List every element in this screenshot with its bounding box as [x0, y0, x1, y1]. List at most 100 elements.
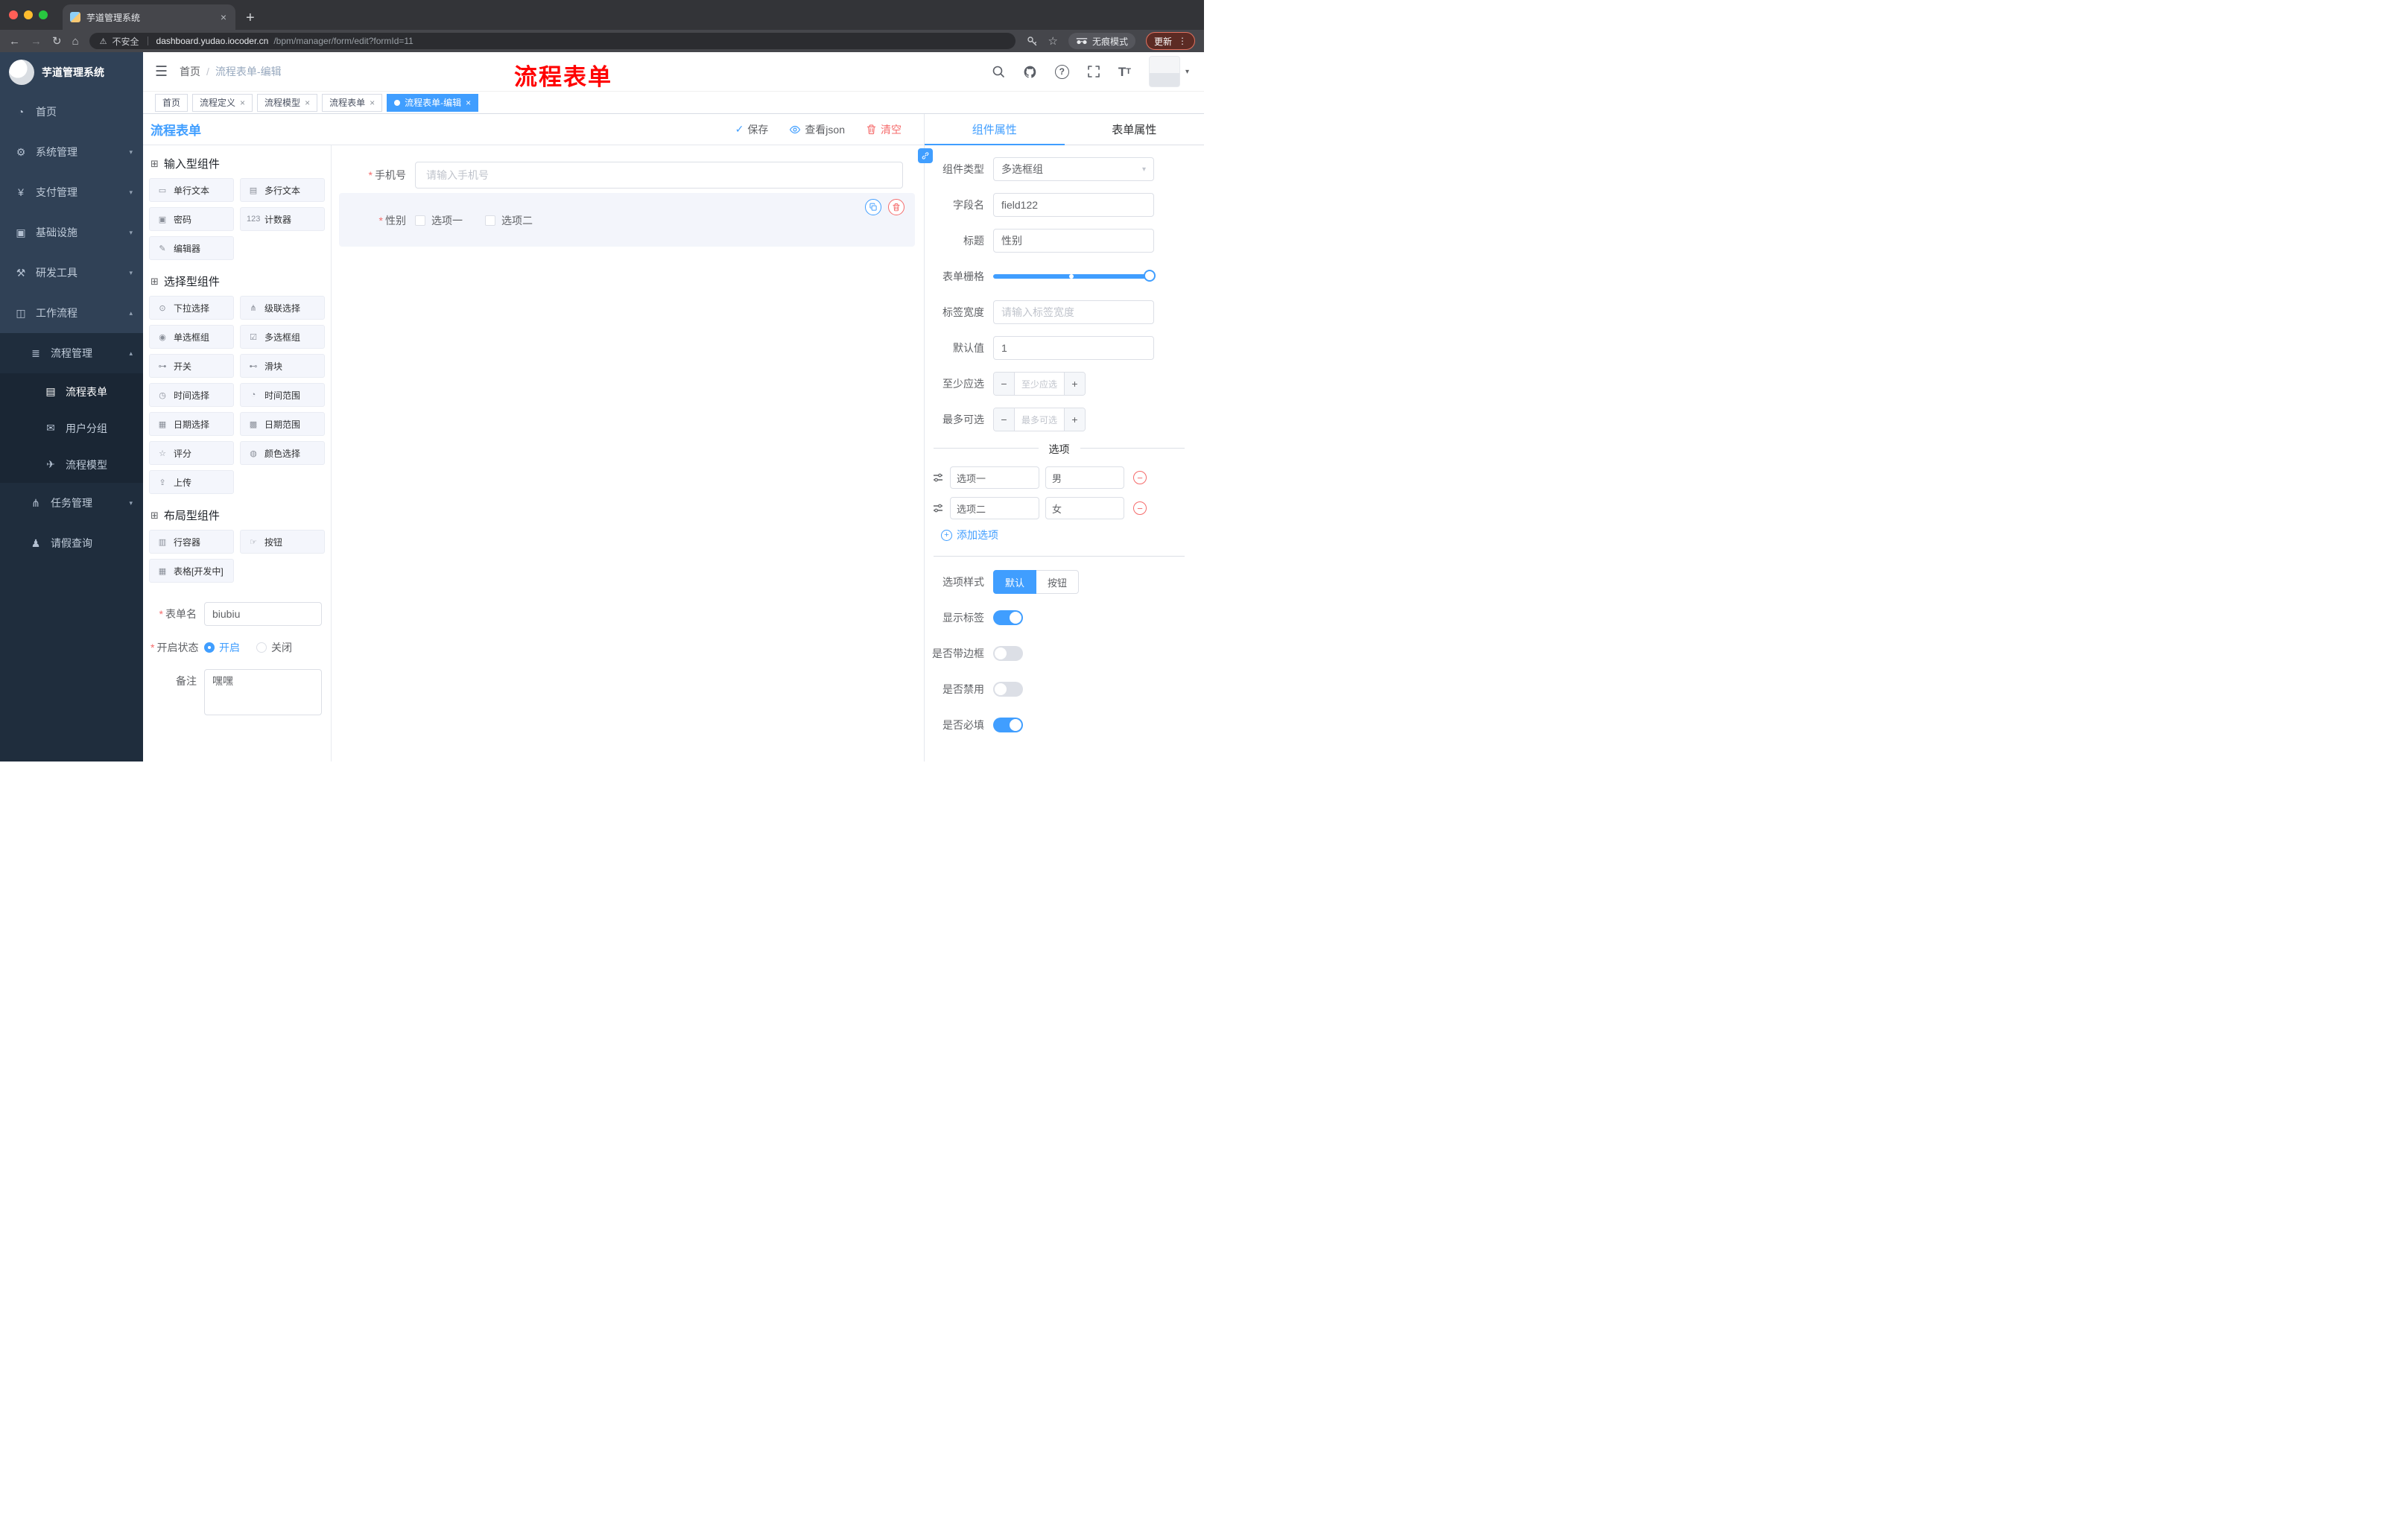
style-default-button[interactable]: 默认 [993, 570, 1037, 594]
stepper-placeholder[interactable]: 最多可选 [1015, 408, 1064, 431]
reload-icon[interactable]: ↻ [52, 36, 62, 47]
drag-handle-icon[interactable] [932, 502, 944, 514]
border-toggle[interactable] [993, 646, 1023, 661]
palette-item[interactable]: ☞ 按钮 [240, 530, 325, 554]
phone-input[interactable]: 请输入手机号 [415, 162, 903, 189]
palette-item[interactable]: ▩ 日期范围 [240, 412, 325, 436]
palette-item[interactable]: ◔ 时间范围 [240, 383, 325, 407]
required-toggle[interactable] [993, 718, 1023, 732]
sidebar-item-system[interactable]: ⚙ 系统管理 ▾ [0, 132, 143, 172]
add-option-button[interactable]: + 添加选项 [941, 528, 1204, 542]
sidebar-item-infra[interactable]: ▣ 基础设施 ▾ [0, 212, 143, 253]
fullscreen-icon[interactable] [1087, 65, 1100, 78]
grid-slider[interactable] [993, 265, 1156, 288]
address-bar[interactable]: ⚠ 不安全 dashboard.yudao.iocoder.cn /bpm/ma… [89, 33, 1016, 49]
slider-handle[interactable] [1144, 270, 1156, 282]
remove-option-button[interactable]: − [1133, 471, 1147, 484]
component-type-select[interactable]: 多选框组 ▾ [993, 157, 1154, 181]
tab-close-icon[interactable]: × [219, 11, 228, 23]
option-value-input[interactable] [1045, 497, 1124, 519]
sidebar-logo[interactable]: 芋道管理系统 [0, 52, 143, 92]
sidebar-item-workflow[interactable]: ◫ 工作流程 ▴ [0, 293, 143, 333]
palette-item[interactable]: ▣ 密码 [149, 207, 234, 231]
decrease-button[interactable]: − [994, 373, 1015, 395]
user-menu[interactable]: ▾ [1148, 56, 1189, 87]
view-json-button[interactable]: 查看json [789, 122, 845, 137]
palette-item[interactable]: ⋔ 级联选择 [240, 296, 325, 320]
sidebar-item-user-group[interactable]: ✉ 用户分组 [0, 410, 143, 446]
increase-button[interactable]: + [1064, 408, 1085, 431]
close-icon[interactable]: × [305, 98, 310, 108]
form-remark-textarea[interactable]: 嘿嘿 [204, 669, 322, 715]
back-icon[interactable]: ← [9, 36, 20, 47]
tag-home[interactable]: 首页 [155, 93, 188, 112]
font-size-icon[interactable]: TT [1118, 66, 1131, 78]
link-icon[interactable] [918, 148, 933, 163]
option-value-input[interactable] [1045, 466, 1124, 489]
drag-handle-icon[interactable] [932, 472, 944, 484]
close-icon[interactable]: × [240, 98, 245, 108]
collapse-sidebar-icon[interactable]: ☰ [143, 63, 180, 80]
disabled-toggle[interactable] [993, 682, 1023, 697]
home-icon[interactable]: ⌂ [72, 36, 79, 47]
default-value-input[interactable] [993, 336, 1154, 360]
search-icon[interactable] [992, 65, 1005, 78]
zoom-window-button[interactable] [39, 10, 48, 19]
option-label-input[interactable] [950, 497, 1039, 519]
tab-form-props[interactable]: 表单属性 [1065, 114, 1205, 145]
tag-process-model[interactable]: 流程模型 × [257, 93, 318, 112]
canvas-field-gender-selected[interactable]: 性别 选项一 选项二 [339, 193, 915, 247]
tag-process-form[interactable]: 流程表单 × [322, 93, 383, 112]
palette-item[interactable]: ⊷ 滑块 [240, 354, 325, 378]
palette-item[interactable]: ▤ 多行文本 [240, 178, 325, 202]
sidebar-item-leave-query[interactable]: ♟ 请假查询 [0, 523, 143, 563]
update-browser-button[interactable]: 更新 ⋮ [1145, 32, 1195, 50]
palette-item[interactable]: ▭ 单行文本 [149, 178, 234, 202]
form-name-input[interactable] [204, 602, 322, 626]
show-label-toggle[interactable] [993, 610, 1023, 625]
palette-item[interactable]: ✎ 编辑器 [149, 236, 234, 260]
help-icon[interactable]: ? [1054, 64, 1069, 79]
slider-track[interactable] [993, 274, 1154, 279]
tag-process-definition[interactable]: 流程定义 × [192, 93, 253, 112]
sidebar-item-process-model[interactable]: ✈ 流程模型 [0, 446, 143, 483]
radio-open[interactable]: 开启 [204, 640, 240, 655]
palette-item[interactable]: ⇪ 上传 [149, 470, 234, 494]
palette-item[interactable]: ▦ 表格[开发中] [149, 559, 234, 583]
label-width-input[interactable] [993, 300, 1154, 324]
copy-field-button[interactable] [865, 199, 881, 215]
forward-icon[interactable]: → [31, 36, 42, 47]
sidebar-item-process-form[interactable]: ▤ 流程表单 [0, 373, 143, 410]
key-icon[interactable] [1026, 35, 1038, 47]
delete-field-button[interactable] [888, 199, 904, 215]
sidebar-item-process-mgmt[interactable]: ≣ 流程管理 ▴ [0, 333, 143, 373]
sidebar-item-home[interactable]: ◔ 首页 [0, 92, 143, 132]
close-icon[interactable]: × [466, 98, 471, 108]
palette-item[interactable]: ☑ 多选框组 [240, 325, 325, 349]
option-label-input[interactable] [950, 466, 1039, 489]
browser-menu-icon[interactable]: ⋮ [1178, 36, 1187, 46]
sidebar-item-devtools[interactable]: ⚒ 研发工具 ▾ [0, 253, 143, 293]
checkbox-option-1[interactable]: 选项一 [415, 213, 463, 228]
palette-item[interactable]: ◍ 颜色选择 [240, 441, 325, 465]
palette-item[interactable]: ◉ 单选框组 [149, 325, 234, 349]
stepper-placeholder[interactable]: 至少应选 [1015, 373, 1064, 395]
close-icon[interactable]: × [370, 98, 375, 108]
remove-option-button[interactable]: − [1133, 501, 1147, 515]
increase-button[interactable]: + [1064, 373, 1085, 395]
save-button[interactable]: ✓ 保存 [735, 122, 769, 137]
radio-closed[interactable]: 关闭 [256, 640, 292, 655]
palette-item[interactable]: ▦ 日期选择 [149, 412, 234, 436]
decrease-button[interactable]: − [994, 408, 1015, 431]
github-icon[interactable] [1023, 65, 1037, 79]
sidebar-item-task-mgmt[interactable]: ⋔ 任务管理 ▾ [0, 483, 143, 523]
new-tab-button[interactable]: + [246, 10, 255, 25]
sidebar-item-payment[interactable]: ¥ 支付管理 ▾ [0, 172, 143, 212]
palette-item[interactable]: ⊶ 开关 [149, 354, 234, 378]
checkbox-option-2[interactable]: 选项二 [485, 213, 533, 228]
bookmark-star-icon[interactable]: ☆ [1048, 34, 1058, 48]
style-button-button[interactable]: 按钮 [1036, 570, 1080, 594]
palette-item[interactable]: ⊙ 下拉选择 [149, 296, 234, 320]
tab-component-props[interactable]: 组件属性 [925, 114, 1065, 145]
canvas-field-phone[interactable]: 手机号 请输入手机号 [339, 162, 915, 189]
